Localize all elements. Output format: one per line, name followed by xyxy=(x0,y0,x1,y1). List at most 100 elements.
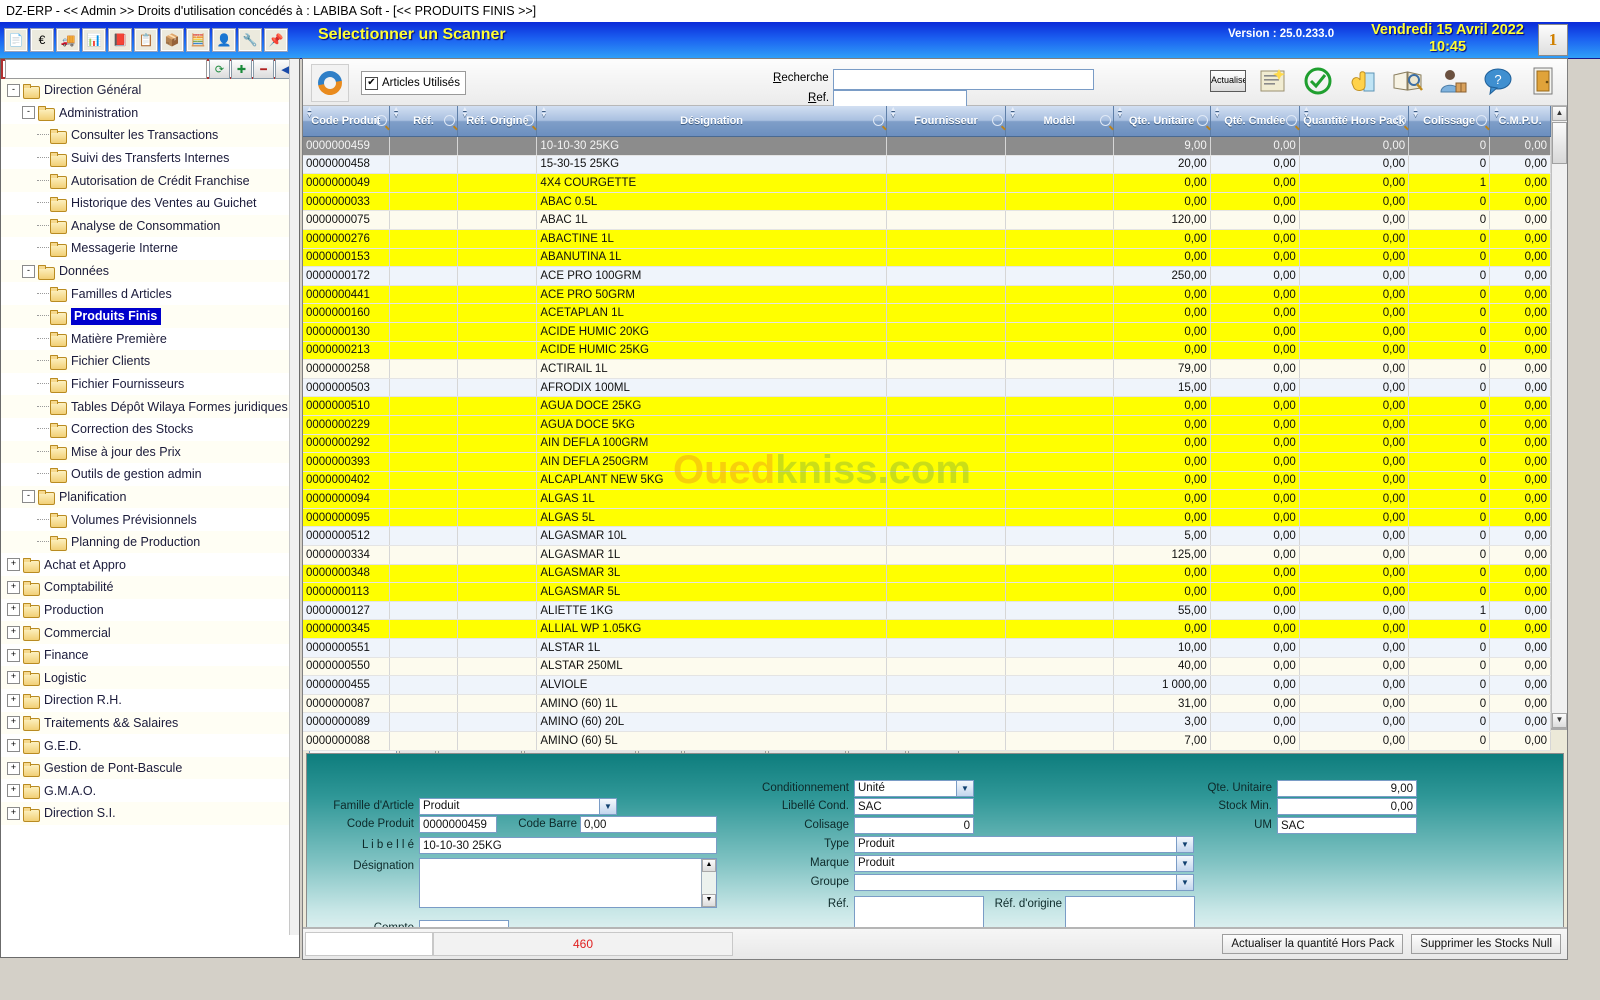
tree-item-direction-r-h[interactable]: + Direction R.H. xyxy=(1,689,299,712)
tree-item-analyse-de-consommation[interactable]: Analyse de Consommation xyxy=(1,214,299,238)
tree-item-planification[interactable]: - Planification xyxy=(1,485,299,509)
tree-item-suivi-des-transferts-internes[interactable]: Suivi des Transferts Internes xyxy=(1,146,299,170)
tree-expander-icon[interactable]: + xyxy=(7,558,20,572)
column-filter-icon[interactable] xyxy=(523,115,535,126)
pin-icon[interactable]: 📌 xyxy=(264,28,288,52)
supprimer-stocks-null-button[interactable]: Supprimer les Stocks Null xyxy=(1411,934,1561,954)
grid-col-ref[interactable]: ▲ ▼ Réf. xyxy=(389,106,459,137)
table-row[interactable]: 0000000345 ALLIAL WP 1.05KG 0,00 0,00 0,00 0 0… xyxy=(303,619,1551,640)
grid-col-cmpu[interactable]: ▲ ▼ C.M.P.U. xyxy=(1489,106,1551,137)
tree-item-direction-g-n-ral[interactable]: - Direction Général xyxy=(1,79,299,102)
libelle-cond-field[interactable]: SAC xyxy=(854,798,974,815)
tree-expander-icon[interactable]: + xyxy=(7,716,20,730)
tree-scrollbar[interactable] xyxy=(289,59,299,935)
tree-expander-icon[interactable]: + xyxy=(7,806,20,820)
table-row[interactable]: 0000000113 ALGASMAR 5L 0,00 0,00 0,00 0 0,00 xyxy=(303,582,1551,602)
sort-arrow-icon[interactable]: ▲ ▼ xyxy=(1412,106,1419,119)
tree-expander-icon[interactable]: - xyxy=(22,264,35,278)
grid-col-qte_cmdee[interactable]: ▲ ▼ Qté. Cmdée xyxy=(1210,106,1300,137)
tree-item-direction-s-i[interactable]: + Direction S.I. xyxy=(1,802,299,825)
calculator-icon[interactable]: 🧮 xyxy=(186,28,210,52)
tree-item-consulter-les-transactions[interactable]: Consulter les Transactions xyxy=(1,124,299,147)
chevron-down-icon[interactable]: ▼ xyxy=(956,781,973,796)
tree-item-achat-et-appro[interactable]: + Achat et Appro xyxy=(1,553,299,577)
column-filter-icon[interactable] xyxy=(872,115,884,126)
tree-item-planning-de-production[interactable]: Planning de Production xyxy=(1,530,299,554)
grid-col-model[interactable]: ▲ ▼ Modèl xyxy=(1005,106,1114,137)
user-portrait-icon[interactable]: 👤 xyxy=(212,28,236,52)
table-row[interactable]: 0000000550 ALSTAR 250ML 40,00 0,00 0,00 0 0,00 xyxy=(303,657,1551,677)
remove-node-button[interactable]: ━ xyxy=(253,59,274,79)
tree-expander-icon[interactable]: - xyxy=(22,490,35,504)
table-row[interactable]: 0000000551 ALSTAR 1L 10,00 0,00 0,00 0 0,00 xyxy=(303,638,1551,658)
table-row[interactable]: 0000000127 ALIETTE 1KG 55,00 0,00 0,00 1 0,00 xyxy=(303,601,1551,621)
scroll-up-arrow-icon[interactable]: ▲ xyxy=(1552,106,1567,121)
tree-item-donn-es[interactable]: - Données xyxy=(1,259,299,283)
sort-arrow-icon[interactable]: ▲ ▼ xyxy=(1303,106,1310,119)
chevron-down-icon[interactable]: ▼ xyxy=(1176,837,1193,852)
tree-expander-icon[interactable]: + xyxy=(7,603,20,617)
column-filter-icon[interactable] xyxy=(1395,115,1407,126)
sort-arrow-icon[interactable]: ▲ ▼ xyxy=(461,106,468,119)
chevron-down-icon[interactable]: ▼ xyxy=(599,799,616,814)
box-package-icon[interactable]: 📦 xyxy=(160,28,184,52)
grid-vertical-scrollbar[interactable]: ▲ ▼ xyxy=(1551,106,1567,728)
column-filter-icon[interactable] xyxy=(375,115,387,126)
tree-expander-icon[interactable]: + xyxy=(7,671,20,685)
table-row[interactable]: 0000000393 AIN DEFLA 250GRM 0,00 0,00 0,00 0 0… xyxy=(303,452,1551,472)
table-row[interactable]: 0000000455 ALVIOLE 1 000,00 0,00 0,00 0 0,00 xyxy=(303,675,1551,695)
type-select[interactable]: Produit ▼ xyxy=(854,836,1194,853)
table-row[interactable]: 0000000348 ALGASMAR 3L 0,00 0,00 0,00 0 0,00 xyxy=(303,564,1551,584)
table-row[interactable]: 0000000512 ALGASMAR 10L 5,00 0,00 0,00 0 0,00 xyxy=(303,526,1551,547)
table-row[interactable]: 0000000088 AMINO (60) 5L 7,00 0,00 0,00 0 0,00 xyxy=(303,731,1551,751)
tree-expander-icon[interactable]: + xyxy=(7,626,20,640)
tree-item-logistic[interactable]: + Logistic xyxy=(1,666,299,690)
sort-arrow-icon[interactable]: ▲ ▼ xyxy=(1117,106,1124,119)
chevron-down-icon[interactable]: ▼ xyxy=(1176,875,1193,890)
user-package-icon[interactable] xyxy=(1435,63,1471,99)
um-field[interactable]: SAC xyxy=(1277,817,1417,834)
tree-item-fichier-clients[interactable]: Fichier Clients xyxy=(1,350,299,373)
grid-col-qte_unitaire[interactable]: ▲ ▼ Qte. Unitaire xyxy=(1113,106,1211,137)
articles-utilises-checkbox[interactable]: ✔ Articles Utilisés xyxy=(361,71,466,95)
hand-pointer-icon[interactable] xyxy=(1345,63,1381,99)
recherche-input[interactable] xyxy=(833,69,1094,90)
scroll-down-arrow-icon[interactable]: ▼ xyxy=(1552,713,1567,728)
table-row[interactable]: 0000000160 ACETAPLAN 1L 0,00 0,00 0,00 0 0,00 xyxy=(303,303,1551,323)
table-row[interactable]: 0000000049 4X4 COURGETTE 0,00 0,00 0,00 1 0,00 xyxy=(303,173,1551,193)
table-row[interactable]: 0000000276 ABACTINE 1L 0,00 0,00 0,00 0 0,00 xyxy=(303,229,1551,249)
sort-arrow-icon[interactable]: ▲ ▼ xyxy=(306,106,313,119)
sort-arrow-icon[interactable]: ▲ ▼ xyxy=(1493,106,1500,119)
tree-item-volumes-pr-visionnels[interactable]: Volumes Prévisionnels xyxy=(1,508,299,531)
column-filter-icon[interactable] xyxy=(992,115,1004,126)
libelle-field[interactable]: 10-10-30 25KG xyxy=(419,837,717,854)
tree-expander-icon[interactable]: - xyxy=(22,106,35,120)
scroll-thumb[interactable] xyxy=(1552,122,1567,164)
table-row[interactable]: 0000000094 ALGAS 1L 0,00 0,00 0,00 0 0,00 xyxy=(303,489,1551,509)
column-filter-icon[interactable] xyxy=(1196,115,1208,126)
table-row[interactable]: 0000000033 ABAC 0.5L 0,00 0,00 0,00 0 0,00 xyxy=(303,192,1551,212)
refresh-tree-button[interactable]: ⟳ xyxy=(209,59,230,79)
grid-col-ref_origine[interactable]: ▲ ▼ Réf. Origine xyxy=(457,106,538,137)
sort-arrow-icon[interactable]: ▲ ▼ xyxy=(1214,106,1221,119)
table-row[interactable]: 0000000153 ABANUTINA 1L 0,00 0,00 0,00 0 0,00 xyxy=(303,248,1551,268)
table-row[interactable]: 0000000213 ACIDE HUMIC 25KG 0,00 0,00 0,00 0 0… xyxy=(303,341,1551,361)
table-row[interactable]: 0000000458 15-30-15 25KG 20,00 0,00 0,00 0 0,0… xyxy=(303,155,1551,175)
tree-item-produits-finis[interactable]: Produits Finis xyxy=(1,304,299,328)
table-row[interactable]: 0000000441 ACE PRO 50GRM 0,00 0,00 0,00 0 0,00 xyxy=(303,285,1551,305)
tree-item-autorisation-de-cr-dit-franchise[interactable]: Autorisation de Crédit Franchise xyxy=(1,169,299,192)
chart-stats-icon[interactable]: 📊 xyxy=(82,28,106,52)
conditionnement-select[interactable]: Unité ▼ xyxy=(854,780,974,797)
list-note-icon[interactable]: 📋 xyxy=(134,28,158,52)
table-row[interactable]: 0000000087 AMINO (60) 1L 31,00 0,00 0,00 0 0,0… xyxy=(303,694,1551,714)
colisage-field[interactable]: 0 xyxy=(854,817,974,834)
table-row[interactable]: 0000000075 ABAC 1L 120,00 0,00 0,00 0 0,00 xyxy=(303,210,1551,230)
tree-expander-icon[interactable]: + xyxy=(7,784,20,798)
grid-col-colissage[interactable]: ▲ ▼ Colissage xyxy=(1408,106,1491,137)
table-row[interactable]: 0000000229 AGUA DOCE 5KG 0,00 0,00 0,00 0 0,00 xyxy=(303,415,1551,435)
tree-item-commercial[interactable]: + Commercial xyxy=(1,621,299,644)
tree-item-g-m-a-o[interactable]: + G.M.A.O. xyxy=(1,779,299,802)
book-icon[interactable]: 📕 xyxy=(108,28,132,52)
code-produit-field[interactable]: 0000000459 xyxy=(419,816,497,833)
table-row[interactable]: 0000000503 AFRODIX 100ML 15,00 0,00 0,00 0 0,0… xyxy=(303,378,1551,398)
